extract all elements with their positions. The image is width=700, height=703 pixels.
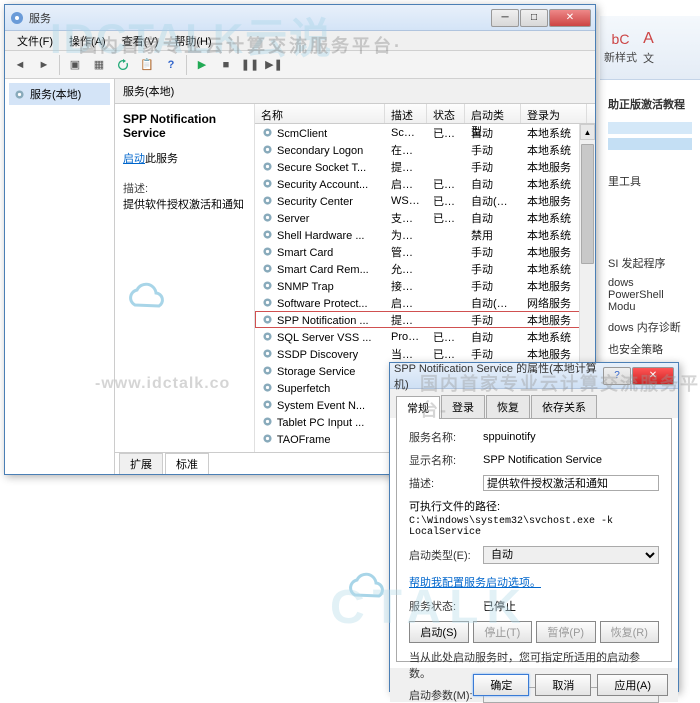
nav-root[interactable]: 服务(本地) (9, 83, 110, 105)
exe-label: 可执行文件的路径: (409, 498, 659, 514)
bg-list-item[interactable]: dows 内存诊断 (608, 316, 692, 338)
gear-icon (13, 88, 26, 101)
window-title: 服务 (29, 10, 491, 26)
menu-file[interactable]: 文件(F) (9, 31, 61, 51)
tab-standard[interactable]: 标准 (165, 453, 209, 474)
pause-button[interactable]: ❚❚ (239, 54, 261, 76)
forward-button[interactable]: ► (33, 54, 55, 76)
properties-dialog: SPP Notification Service 的属性(本地计算机) ? ✕ … (389, 362, 679, 692)
bg-list-item[interactable]: dows PowerShell Modu (608, 274, 692, 316)
status-label: 服务状态: (409, 598, 483, 614)
up-button[interactable]: ▣ (64, 54, 86, 76)
col-start[interactable]: 启动类型 (465, 104, 521, 123)
menu-action[interactable]: 操作(A) (61, 31, 114, 51)
ok-button[interactable]: 确定 (473, 674, 529, 696)
show-hide-button[interactable]: ▦ (88, 54, 110, 76)
col-name[interactable]: 名称 (255, 104, 385, 123)
stop-button[interactable]: 停止(T) (473, 621, 533, 643)
col-status[interactable]: 状态 (427, 104, 465, 123)
menu-help[interactable]: 帮助(H) (166, 31, 219, 51)
desc-label: 描述: (409, 475, 483, 491)
exe-path: C:\Windows\system32\svchost.exe -k Local… (409, 516, 659, 538)
prop-body: 服务名称:sppuinotify 显示名称:SPP Notification S… (396, 418, 672, 662)
pause-button[interactable]: 暂停(P) (536, 621, 596, 643)
service-row[interactable]: Secure Socket T...提供...手动本地服务 (255, 158, 595, 175)
ribbon-group-style[interactable]: bC 新样式 (604, 31, 637, 65)
svc-name-value: sppuinotify (483, 431, 659, 443)
tab-dependencies[interactable]: 依存关系 (531, 395, 597, 418)
desc-label: 描述: (123, 180, 246, 196)
scroll-thumb[interactable] (581, 144, 594, 264)
tab-extended[interactable]: 扩展 (119, 453, 163, 474)
stop-button[interactable]: ■ (215, 54, 237, 76)
help-link[interactable]: 帮助我配置服务启动选项。 (409, 574, 541, 590)
help-button[interactable]: ? (160, 54, 182, 76)
bg-ribbon: bC 新样式 A 文 (600, 16, 700, 80)
bg-tool: 里工具 (608, 170, 692, 192)
nav-tree: 服务(本地) (5, 79, 115, 474)
tab-general[interactable]: 常规 (396, 396, 440, 419)
detail-pane: SPP Notification Service 启动此服务 描述: 提供软件授… (115, 104, 255, 452)
start-type-select[interactable]: 自动 (483, 546, 659, 564)
service-row[interactable]: Software Protect...启用...自动(延迟网络服务 (255, 294, 595, 311)
content-header: 服务(本地) (115, 79, 595, 104)
ribbon-group-change[interactable]: A 文 (643, 30, 654, 66)
prop-tabs: 常规 登录 恢复 依存关系 (390, 389, 678, 418)
service-row[interactable]: Secondary Logon在不...手动本地系统 (255, 141, 595, 158)
service-row[interactable]: Security Account...启动...已启动自动本地系统 (255, 175, 595, 192)
refresh-button[interactable] (112, 54, 134, 76)
close-button[interactable]: ✕ (549, 9, 591, 27)
play-button[interactable]: ▶ (191, 54, 213, 76)
cancel-button[interactable]: 取消 (535, 674, 591, 696)
service-row[interactable]: Smart Card管理...手动本地服务 (255, 243, 595, 260)
toolbar: ◄ ► ▣ ▦ 📋 ? ▶ ■ ❚❚ ▶❚ (5, 51, 595, 79)
prop-title: SPP Notification Service 的属性(本地计算机) (394, 360, 603, 392)
desc-text: 提供软件授权激活和通知 (123, 196, 246, 212)
tab-recovery[interactable]: 恢复 (486, 395, 530, 418)
service-row[interactable]: Security CenterWSC...已启动自动(延迟...本地服务 (255, 192, 595, 209)
detail-service-name: SPP Notification Service (123, 112, 246, 140)
prop-help-button[interactable]: ? (603, 367, 631, 385)
status-value: 已停止 (483, 598, 659, 614)
param-label: 启动参数(M): (409, 687, 483, 703)
services-icon (9, 10, 25, 26)
bg-list-item[interactable]: 也安全策略 (608, 338, 692, 360)
minimize-button[interactable]: ─ (491, 9, 519, 27)
titlebar[interactable]: 服务 ─ □ ✕ (5, 5, 595, 31)
start-type-label: 启动类型(E): (409, 547, 483, 563)
prop-close-button[interactable]: ✕ (632, 367, 674, 385)
service-row[interactable]: Shell Hardware ...为自...禁用本地系统 (255, 226, 595, 243)
service-row[interactable]: Smart Card Rem...允许...手动本地系统 (255, 260, 595, 277)
svc-name-label: 服务名称: (409, 429, 483, 445)
service-row[interactable]: SQL Server VSS ...Prov...已启动自动本地系统 (255, 328, 595, 345)
desc-input[interactable] (483, 475, 659, 491)
restart-button[interactable]: ▶❚ (263, 54, 285, 76)
disp-name-label: 显示名称: (409, 452, 483, 468)
service-row[interactable]: SNMP Trap接收...手动本地服务 (255, 277, 595, 294)
scroll-up-button[interactable]: ▲ (580, 124, 595, 140)
disp-name-value: SPP Notification Service (483, 454, 659, 466)
bg-title: 助正版激活教程 (608, 96, 692, 112)
menu-view[interactable]: 查看(V) (114, 31, 167, 51)
service-row[interactable]: SPP Notification ...提供...手动本地服务 (255, 311, 595, 328)
prop-titlebar[interactable]: SPP Notification Service 的属性(本地计算机) ? ✕ (390, 363, 678, 389)
col-logon[interactable]: 登录为 (521, 104, 587, 123)
service-row[interactable]: ScmClientScm...已启动自动本地系统 (255, 124, 595, 141)
bg-side-panel: 助正版激活教程 里工具 SI 发起程序dows PowerShell Modud… (600, 88, 700, 390)
back-button[interactable]: ◄ (9, 54, 31, 76)
apply-button[interactable]: 应用(A) (597, 674, 668, 696)
resume-button[interactable]: 恢复(R) (600, 621, 660, 643)
export-button[interactable]: 📋 (136, 54, 158, 76)
start-button[interactable]: 启动(S) (409, 621, 469, 643)
maximize-button[interactable]: □ (520, 9, 548, 27)
watermark-cloud-icon (340, 570, 390, 605)
start-service-link[interactable]: 启动 (123, 153, 145, 165)
service-row[interactable]: Server支持...已启动自动本地系统 (255, 209, 595, 226)
tab-logon[interactable]: 登录 (441, 395, 485, 418)
col-desc[interactable]: 描述 (385, 104, 427, 123)
list-header: 名称 描述 状态 启动类型 登录为 (255, 104, 595, 124)
menubar: 文件(F) 操作(A) 查看(V) 帮助(H) (5, 31, 595, 51)
bg-list-item[interactable]: SI 发起程序 (608, 252, 692, 274)
